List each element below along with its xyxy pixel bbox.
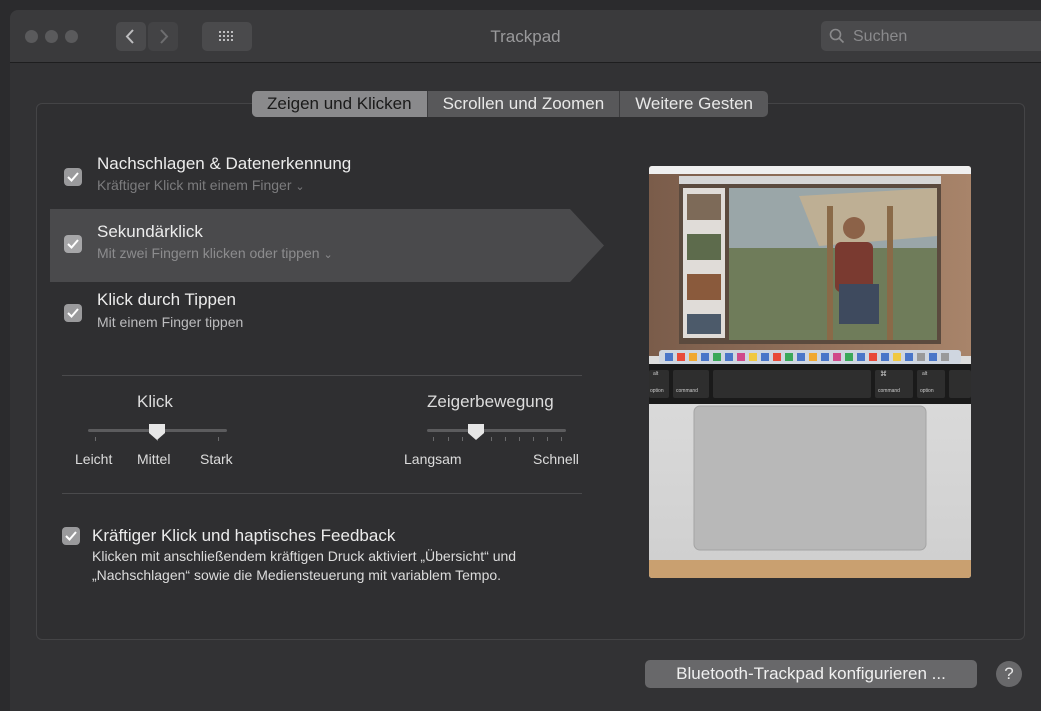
click-label-light: Leicht bbox=[75, 451, 113, 467]
key-label-option: option bbox=[920, 388, 934, 394]
force-click-description: Klicken mit anschließendem kräftigen Dru… bbox=[92, 548, 517, 583]
tab-bar: Zeigen und Klicken Scrollen und Zoomen W… bbox=[252, 91, 768, 117]
lookup-subtitle[interactable]: Kräftiger Klick mit einem Finger ⌄ bbox=[97, 177, 305, 193]
slider-tick bbox=[547, 437, 548, 441]
checkmark-icon bbox=[67, 239, 79, 249]
tracking-label-slow: Langsam bbox=[404, 451, 462, 467]
lookup-checkbox[interactable] bbox=[64, 168, 82, 186]
slider-tick bbox=[491, 437, 492, 441]
titlebar: Trackpad bbox=[10, 10, 1041, 63]
tracking-slider-thumb[interactable] bbox=[467, 423, 485, 441]
lookup-title: Nachschlagen & Datenerkennung bbox=[97, 154, 352, 173]
slider-tick bbox=[95, 437, 96, 441]
click-slider-title: Klick bbox=[137, 392, 173, 411]
slider-tick bbox=[462, 437, 463, 441]
configure-bluetooth-trackpad-button[interactable]: Bluetooth-Trackpad konfigurieren ... bbox=[645, 660, 977, 688]
search-icon bbox=[829, 28, 845, 44]
tap-to-click-checkbox[interactable] bbox=[64, 304, 82, 322]
key-label-cmd-symbol: ⌘ bbox=[880, 371, 887, 378]
slider-tick bbox=[533, 437, 534, 441]
help-button[interactable]: ? bbox=[996, 661, 1022, 687]
divider bbox=[62, 493, 582, 494]
checkmark-icon bbox=[65, 531, 77, 541]
slider-tick bbox=[561, 437, 562, 441]
force-click-checkbox[interactable] bbox=[62, 527, 80, 545]
search-field[interactable] bbox=[821, 21, 1041, 51]
gesture-preview-video: alt option command ⌘ command alt option bbox=[649, 166, 971, 578]
tap-to-click-subtitle: Mit einem Finger tippen bbox=[97, 314, 244, 330]
tab-more-gestures[interactable]: Weitere Gesten bbox=[620, 91, 768, 117]
slider-tick bbox=[448, 437, 449, 441]
slider-tick bbox=[218, 437, 219, 441]
checkmark-icon bbox=[67, 172, 79, 182]
key-label-alt: alt bbox=[653, 371, 659, 377]
chevron-down-icon: ⌄ bbox=[323, 249, 333, 261]
click-slider-thumb[interactable] bbox=[148, 423, 166, 441]
tracking-label-fast: Schnell bbox=[533, 451, 579, 467]
key-label-command: command bbox=[878, 388, 900, 394]
click-label-medium: Mittel bbox=[137, 451, 171, 467]
secondary-click-subtitle[interactable]: Mit zwei Fingern klicken oder tippen ⌄ bbox=[97, 245, 333, 261]
tracking-slider-title: Zeigerbewegung bbox=[427, 392, 554, 411]
click-label-firm: Stark bbox=[200, 451, 233, 467]
slider-tick bbox=[519, 437, 520, 441]
force-click-title: Kräftiger Klick und haptisches Feedback bbox=[92, 526, 396, 545]
search-input[interactable] bbox=[851, 24, 1035, 50]
secondary-click-checkbox[interactable] bbox=[64, 235, 82, 253]
chevron-down-icon: ⌄ bbox=[295, 181, 305, 193]
checkmark-icon bbox=[67, 308, 79, 318]
key-label-alt: alt bbox=[922, 371, 928, 377]
slider-tick bbox=[433, 437, 434, 441]
divider bbox=[62, 375, 582, 376]
key-label-command: command bbox=[676, 388, 698, 394]
slider-tick bbox=[505, 437, 506, 441]
key-label-option: option bbox=[650, 388, 664, 394]
tab-point-and-click[interactable]: Zeigen und Klicken bbox=[252, 91, 428, 117]
preferences-window: Trackpad Zeigen und Klicken Scrollen und… bbox=[10, 10, 1041, 711]
tab-scroll-and-zoom[interactable]: Scrollen und Zoomen bbox=[428, 91, 621, 117]
tap-to-click-title: Klick durch Tippen bbox=[97, 290, 236, 309]
secondary-click-title: Sekundärklick bbox=[97, 222, 203, 241]
tracking-slider-track[interactable] bbox=[427, 429, 566, 432]
